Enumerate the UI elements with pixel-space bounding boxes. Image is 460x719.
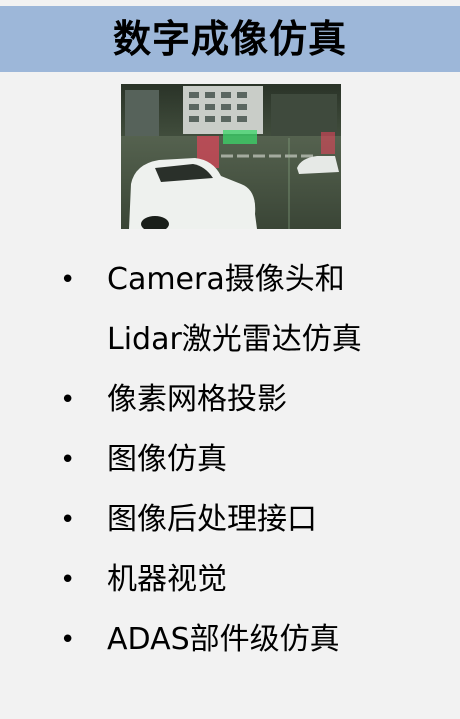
bullet-icon: • <box>60 565 76 595</box>
list-item-text: ADAS部件级仿真 <box>107 622 340 657</box>
bullet-icon: • <box>60 625 76 655</box>
list-item-text: 机器视觉 <box>107 562 227 597</box>
list-item: • 图像后处理接口 <box>0 490 460 550</box>
bullet-icon: • <box>60 385 76 415</box>
bullet-icon: • <box>60 505 76 535</box>
driving-simulation-scene-image <box>121 84 341 229</box>
list-item-text: 图像后处理接口 <box>107 502 317 537</box>
page-title: 数字成像仿真 <box>112 17 347 61</box>
list-item-text: 图像仿真 <box>107 442 227 477</box>
feature-list: • Camera摄像头和 Lidar激光雷达仿真 • 像素网格投影 • 图像仿真… <box>0 250 460 670</box>
scene-illustration <box>121 84 341 229</box>
building-left <box>125 90 159 140</box>
building-right <box>271 94 337 136</box>
list-item-text: Camera摄像头和 <box>107 262 345 297</box>
list-item: • 机器视觉 <box>0 550 460 610</box>
list-item: • 像素网格投影 <box>0 370 460 430</box>
title-banner: 数字成像仿真 <box>0 6 460 72</box>
list-item-text-continued: Lidar激光雷达仿真 <box>107 322 362 357</box>
list-item: • Camera摄像头和 Lidar激光雷达仿真 <box>0 250 460 370</box>
bullet-icon: • <box>60 445 76 475</box>
list-item: • ADAS部件级仿真 <box>0 610 460 670</box>
slide: 数字成像仿真 • Camera摄像头和 Lidar激光雷达仿真 • 像素网格投影… <box>0 0 460 719</box>
bullet-icon: • <box>60 265 76 295</box>
detection-box-green <box>223 130 257 144</box>
detection-box-red-right <box>321 132 335 154</box>
list-item: • 图像仿真 <box>0 430 460 490</box>
list-item-text: 像素网格投影 <box>107 382 287 417</box>
